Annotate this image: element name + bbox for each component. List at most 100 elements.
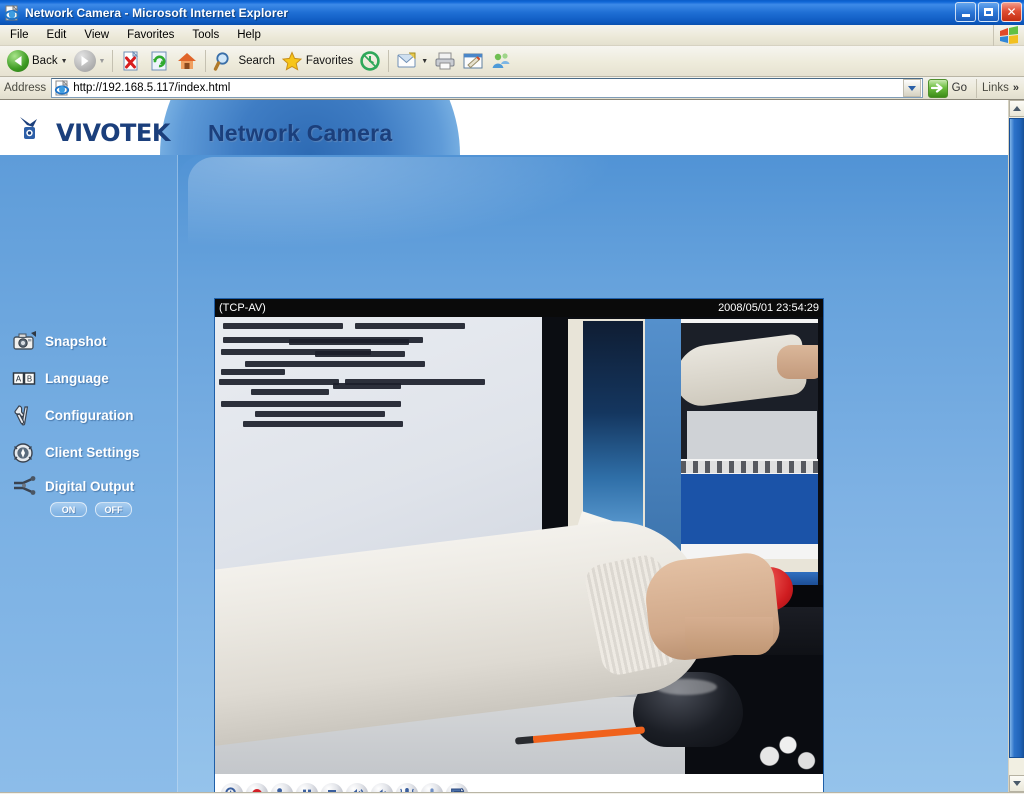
toolbar-divider	[112, 50, 114, 72]
chevron-up-icon	[1013, 106, 1021, 111]
site-body: (TCP-AV) 2008/05/01 23:54:29 Snapshot A …	[0, 155, 1008, 792]
stop-button[interactable]	[117, 48, 145, 74]
print-button[interactable]	[431, 48, 459, 74]
scene-screen-thumbnails	[681, 461, 818, 473]
forward-arrow-icon	[73, 50, 96, 72]
close-button[interactable]: ✕	[1001, 2, 1022, 22]
page-icon	[54, 79, 70, 96]
site-header: VIVOTEK Network Camera	[0, 100, 1008, 155]
overflow-chevron-icon[interactable]: »	[1013, 82, 1019, 94]
sidebar-item-label: Client Settings	[45, 445, 140, 460]
vivotek-logo[interactable]: VIVOTEK	[17, 115, 170, 150]
digital-output-off-button[interactable]: OFF	[95, 502, 132, 517]
pause-icon[interactable]	[296, 782, 318, 792]
scroll-down-button[interactable]	[1009, 775, 1024, 792]
sidebar-item-label: Language	[45, 371, 109, 386]
refresh-button[interactable]	[145, 48, 173, 74]
compass-icon	[12, 441, 38, 465]
scrollbar-thumb[interactable]	[1009, 118, 1024, 758]
mic-mute-icon[interactable]	[421, 782, 443, 792]
menu-item-file[interactable]: File	[2, 27, 37, 43]
sidebar-item-label: Digital Output	[45, 478, 135, 494]
address-dropdown-button[interactable]	[902, 79, 921, 97]
camera-icon	[12, 330, 38, 354]
menu-item-help[interactable]: Help	[229, 27, 269, 43]
address-divider	[976, 78, 978, 98]
record-icon[interactable]	[246, 782, 268, 792]
vivotek-camera-mark-icon	[17, 115, 51, 150]
volume-down-icon[interactable]	[371, 782, 393, 792]
menu-bar: File Edit View Favorites Tools Help	[0, 25, 1024, 46]
history-icon	[359, 50, 381, 72]
go-button[interactable]: Go	[923, 78, 971, 98]
digital-zoom-icon[interactable]	[221, 782, 243, 792]
search-button-label: Search	[238, 55, 275, 67]
stop-icon[interactable]	[321, 782, 343, 792]
home-icon	[176, 50, 198, 72]
content-panel: (TCP-AV) 2008/05/01 23:54:29	[178, 155, 1008, 792]
scene-screen-photo	[681, 323, 818, 459]
go-label: Go	[951, 82, 968, 94]
window-title-bar[interactable]: Network Camera - Microsoft Internet Expl…	[0, 0, 1024, 25]
chevron-down-icon	[1013, 781, 1021, 786]
chevron-down-icon[interactable]: ▼	[61, 58, 68, 65]
menu-item-edit[interactable]: Edit	[39, 27, 75, 43]
chevron-down-icon	[907, 85, 916, 91]
sidebar-item-client-settings[interactable]: Client Settings	[12, 434, 178, 471]
search-button[interactable]: Search	[210, 48, 277, 74]
video-player[interactable]: (TCP-AV) 2008/05/01 23:54:29	[214, 298, 824, 792]
back-arrow-icon	[7, 50, 29, 72]
scene-fingers	[685, 617, 773, 655]
toolbar-divider-2	[205, 50, 207, 72]
web-document: VIVOTEK Network Camera (TCP-AV) 2008/05/…	[0, 100, 1008, 792]
menu-item-view[interactable]: View	[76, 27, 117, 43]
page-title: Network Camera	[208, 120, 393, 146]
panel-highlight-decoration	[188, 157, 608, 247]
refresh-icon	[148, 50, 170, 72]
address-input[interactable]: http://192.168.5.117/index.html	[51, 78, 923, 98]
sidebar-menu: Snapshot A B Language Configuration Clie…	[12, 323, 178, 517]
menu-item-tools[interactable]: Tools	[184, 27, 227, 43]
links-button[interactable]: Links	[982, 82, 1009, 94]
messenger-icon	[490, 50, 512, 72]
scene-screen-window-sidebar	[645, 319, 681, 559]
maximize-button[interactable]	[978, 2, 999, 22]
messenger-button[interactable]	[487, 48, 515, 74]
tools-icon	[12, 404, 38, 428]
menu-item-favorites[interactable]: Favorites	[119, 27, 182, 43]
mail-chevron-down-icon[interactable]: ▼	[421, 58, 428, 65]
browser-toolbar: Back ▼ ▼ Search Favorites ▼	[0, 46, 1024, 77]
favorites-button-label: Favorites	[305, 55, 354, 67]
sidebar-item-label: Snapshot	[45, 334, 107, 349]
sidebar: Snapshot A B Language Configuration Clie…	[0, 155, 178, 792]
windows-flag-icon	[998, 26, 1020, 45]
forward-button[interactable]: ▼	[71, 48, 109, 74]
digital-output-on-button[interactable]: ON	[50, 502, 87, 517]
back-button[interactable]: Back ▼	[4, 48, 71, 74]
snapshot-icon[interactable]	[271, 782, 293, 792]
scroll-up-button[interactable]	[1009, 100, 1024, 117]
switch-icon	[12, 474, 38, 498]
vertical-scrollbar[interactable]	[1008, 100, 1024, 792]
svg-text:B: B	[27, 374, 33, 383]
full-screen-icon[interactable]	[446, 782, 468, 792]
sidebar-item-language[interactable]: A B Language	[12, 360, 178, 397]
minimize-button[interactable]	[955, 2, 976, 22]
talk-icon[interactable]	[396, 782, 418, 792]
mail-button[interactable]: ▼	[393, 48, 431, 74]
sidebar-item-snapshot[interactable]: Snapshot	[12, 323, 178, 360]
edit-button[interactable]	[459, 48, 487, 74]
video-stream[interactable]: ViewSonic 2008 ●●●●	[215, 317, 823, 774]
sidebar-item-digital-output[interactable]: Digital Output	[12, 471, 178, 501]
history-button[interactable]	[356, 48, 384, 74]
volume-up-icon[interactable]	[346, 782, 368, 792]
address-value[interactable]: http://192.168.5.117/index.html	[73, 82, 902, 94]
home-button[interactable]	[173, 48, 201, 74]
search-icon	[213, 50, 235, 72]
stop-icon	[120, 50, 142, 72]
favorites-button[interactable]: Favorites	[278, 48, 356, 74]
forward-chevron-down-icon[interactable]: ▼	[99, 58, 106, 65]
sidebar-item-configuration[interactable]: Configuration	[12, 397, 178, 434]
window-controls: ✕	[955, 2, 1022, 22]
sidebar-item-label: Configuration	[45, 408, 134, 423]
